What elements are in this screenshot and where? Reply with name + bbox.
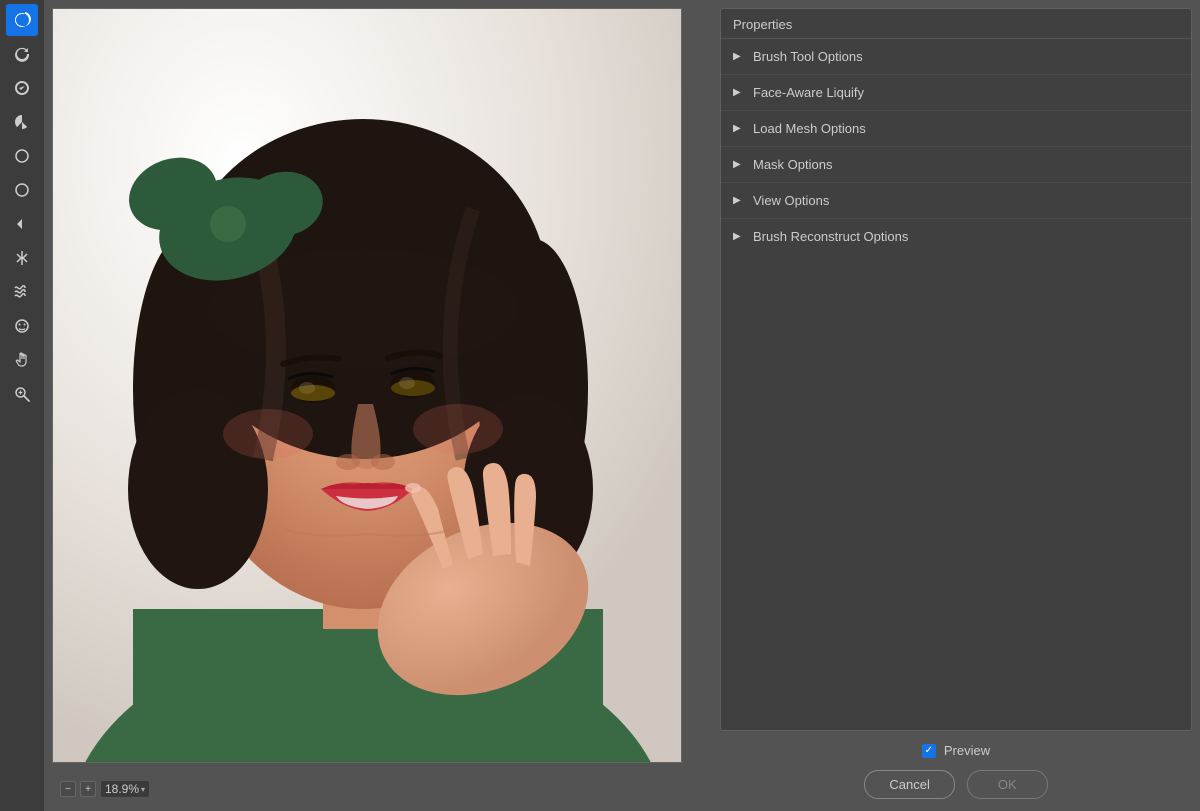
load-mesh-options-arrow: ▶ [733,123,745,134]
canvas-image[interactable] [52,8,682,763]
turbulence-tool[interactable] [6,276,38,308]
canvas-wrapper [52,8,712,775]
twirl-icon [13,113,31,131]
face-icon [13,317,31,335]
view-options-label: View Options [753,193,829,208]
mirror-icon [13,249,31,267]
smooth-tool[interactable] [6,72,38,104]
preview-row: ✓ Preview [922,743,990,758]
zoom-percentage: 18.9% [105,782,139,796]
push-left-tool[interactable] [6,208,38,240]
button-row: Cancel OK [864,770,1047,799]
portrait-svg [53,9,682,763]
pucker-tool[interactable] [6,140,38,172]
properties-panel: Properties ▶ Brush Tool Options ▶ Face-A… [720,8,1192,731]
view-options-section[interactable]: ▶ View Options [721,183,1191,219]
pucker-icon [13,147,31,165]
load-mesh-options-label: Load Mesh Options [753,121,866,136]
view-options-arrow: ▶ [733,195,745,206]
reconstruct-icon [13,45,31,63]
zoom-tool[interactable] [6,378,38,410]
push-left-icon [13,215,31,233]
bloat-icon [13,181,31,199]
warp-tool[interactable] [6,4,38,36]
face-aware-liquify-section[interactable]: ▶ Face-Aware Liquify [721,75,1191,111]
bloat-tool[interactable] [6,174,38,206]
chevron-down-icon: ▾ [141,785,145,794]
panel-title: Properties [721,9,1191,38]
brush-tool-options-arrow: ▶ [733,51,745,62]
brush-tool-options-section[interactable]: ▶ Brush Tool Options [721,39,1191,75]
reconstruct-tool[interactable] [6,38,38,70]
smooth-icon [13,79,31,97]
brush-reconstruct-options-arrow: ▶ [733,231,745,242]
mask-options-label: Mask Options [753,157,832,172]
brush-reconstruct-options-label: Brush Reconstruct Options [753,229,908,244]
hand-icon [13,351,31,369]
zoom-out-button[interactable]: − [60,781,76,797]
status-bar: − + 18.9% ▾ [52,775,712,803]
face-aware-liquify-label: Face-Aware Liquify [753,85,864,100]
turbulence-icon [13,283,31,301]
preview-label: Preview [944,743,990,758]
right-panel: Properties ▶ Brush Tool Options ▶ Face-A… [720,0,1200,811]
load-mesh-options-section[interactable]: ▶ Load Mesh Options [721,111,1191,147]
cancel-button[interactable]: Cancel [864,770,954,799]
twirl-tool[interactable] [6,106,38,138]
zoom-plus-icon: + [85,784,91,795]
ok-button[interactable]: OK [967,770,1048,799]
zoom-icon [13,385,31,403]
zoom-dropdown[interactable]: 18.9% ▾ [100,780,150,798]
bottom-controls: ✓ Preview Cancel OK [720,731,1192,811]
brush-reconstruct-options-section[interactable]: ▶ Brush Reconstruct Options [721,219,1191,254]
left-toolbar [0,0,44,811]
mirror-tool[interactable] [6,242,38,274]
warp-icon [13,11,31,29]
face-tool[interactable] [6,310,38,342]
brush-tool-options-label: Brush Tool Options [753,49,863,64]
canvas-area: − + 18.9% ▾ [44,0,720,811]
hand-tool[interactable] [6,344,38,376]
mask-options-section[interactable]: ▶ Mask Options [721,147,1191,183]
preview-checkbox[interactable]: ✓ [922,744,936,758]
zoom-minus-icon: − [65,784,71,795]
face-aware-liquify-arrow: ▶ [733,87,745,98]
checkbox-check-icon: ✓ [925,746,933,756]
zoom-in-button[interactable]: + [80,781,96,797]
mask-options-arrow: ▶ [733,159,745,170]
